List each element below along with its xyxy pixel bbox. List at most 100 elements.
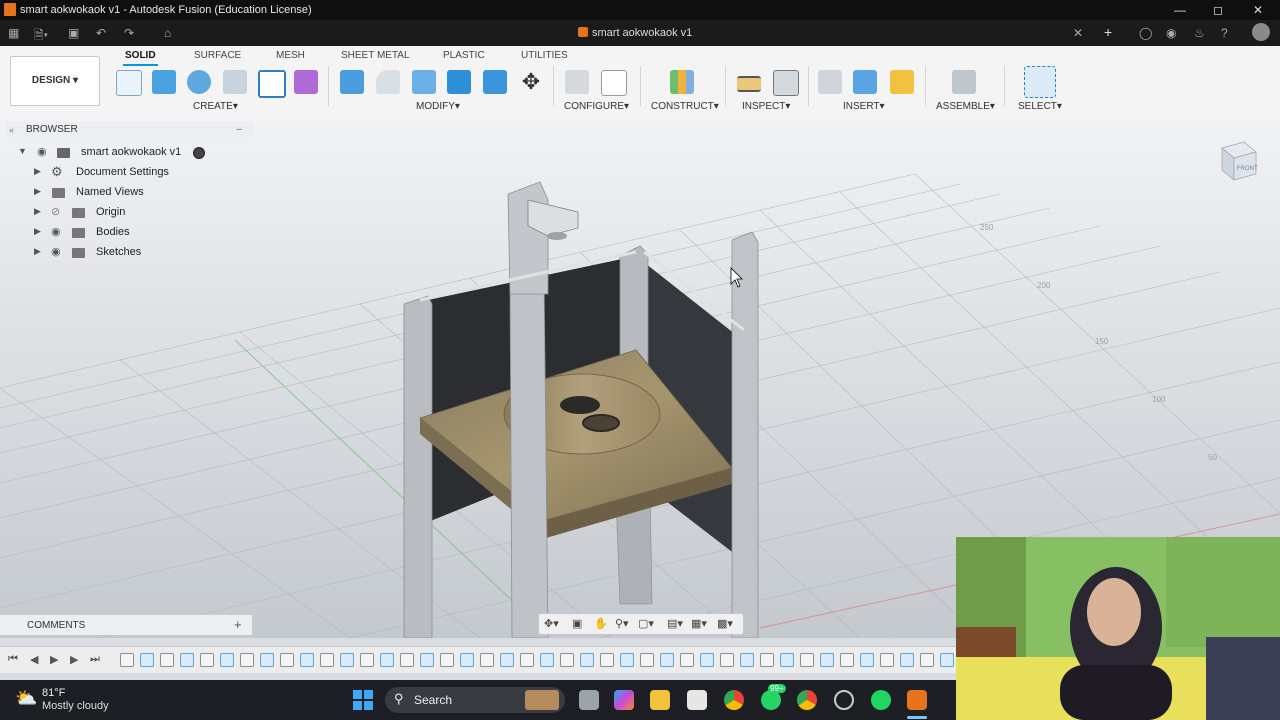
timeline-feature[interactable] — [920, 653, 934, 667]
insert-canvas-icon[interactable] — [853, 70, 877, 94]
timeline-feature[interactable] — [140, 653, 154, 667]
create-menu[interactable]: CREATE▾ — [193, 101, 238, 112]
timeline-feature[interactable] — [460, 653, 474, 667]
pan-hand-icon[interactable]: ✋ — [594, 617, 608, 630]
timeline-feature[interactable] — [320, 653, 334, 667]
revolve-icon[interactable] — [187, 70, 211, 94]
save-icon[interactable]: ▣ — [68, 26, 79, 40]
timeline-feature[interactable] — [400, 653, 414, 667]
chevron-down-icon[interactable]: ▼ — [18, 146, 27, 156]
timeline-feature[interactable] — [900, 653, 914, 667]
measure-icon[interactable] — [737, 76, 761, 92]
timeline-feature[interactable] — [840, 653, 854, 667]
timeline-feature[interactable] — [500, 653, 514, 667]
browser-root-row[interactable]: ▼ ◉ smart aokwokaok v1 — [6, 143, 254, 163]
timeline-feature[interactable] — [880, 653, 894, 667]
weather-description[interactable]: Mostly cloudy — [42, 700, 109, 712]
timeline-feature[interactable] — [280, 653, 294, 667]
timeline-feature[interactable] — [540, 653, 554, 667]
active-component-icon[interactable] — [193, 147, 205, 159]
hidden-eye-icon[interactable]: ⊘ — [51, 205, 60, 218]
browser-item-origin[interactable]: ▶ ⊘ Origin — [6, 203, 254, 223]
browser-item-document-settings[interactable]: ▶ ⚙ Document Settings — [6, 163, 254, 183]
pattern-icon[interactable] — [258, 70, 286, 98]
timeline-feature[interactable] — [440, 653, 454, 667]
file-explorer-icon[interactable] — [650, 690, 670, 710]
timeline-feature[interactable] — [640, 653, 654, 667]
new-tab-icon[interactable]: + — [1104, 24, 1112, 40]
tab-solid[interactable]: SOLID — [123, 50, 158, 66]
viewcube-icon[interactable]: FRONT — [1214, 138, 1260, 184]
timeline-feature[interactable] — [600, 653, 614, 667]
extensions-icon[interactable]: ◯ — [1139, 26, 1152, 40]
browser-minimize-icon[interactable]: – — [236, 122, 242, 138]
close-tab-icon[interactable]: ✕ — [1073, 26, 1083, 40]
configure-icon[interactable] — [565, 70, 589, 94]
collapse-panel-icon[interactable]: « — [9, 122, 14, 138]
step-back-icon[interactable]: ◀ — [30, 653, 38, 666]
inspect-menu[interactable]: INSPECT▾ — [742, 101, 790, 112]
disc-hole-small[interactable] — [582, 414, 620, 432]
timeline-feature[interactable] — [420, 653, 434, 667]
timeline-feature[interactable] — [720, 653, 734, 667]
fit-icon[interactable]: ▢▾ — [638, 617, 654, 630]
timeline-feature[interactable] — [620, 653, 634, 667]
chevron-right-icon[interactable]: ▶ — [34, 206, 41, 217]
timeline-feature[interactable] — [520, 653, 534, 667]
extrude-icon[interactable] — [152, 70, 176, 94]
timeline-feature[interactable] — [740, 653, 754, 667]
timeline-feature[interactable] — [820, 653, 834, 667]
step-forward-icon[interactable]: ▶ — [70, 653, 78, 666]
disc-hole-large[interactable] — [560, 396, 600, 414]
timeline-feature[interactable] — [660, 653, 674, 667]
front-left-post[interactable] — [403, 295, 433, 639]
clock-app-icon[interactable] — [834, 690, 854, 710]
select-menu[interactable]: SELECT▾ — [1018, 101, 1062, 112]
user-avatar[interactable] — [1252, 23, 1270, 41]
timeline-feature[interactable] — [220, 653, 234, 667]
front-center-post[interactable] — [509, 273, 549, 639]
tab-sheet-metal[interactable]: SHEET METAL — [341, 50, 410, 61]
create-sketch-icon[interactable] — [116, 70, 142, 96]
split-body-icon[interactable] — [483, 70, 507, 94]
copilot-icon[interactable] — [614, 690, 634, 710]
spotify-icon[interactable] — [871, 690, 891, 710]
timeline-feature[interactable] — [560, 653, 574, 667]
timeline-feature[interactable] — [180, 653, 194, 667]
workspace-switcher[interactable]: DESIGN ▾ — [10, 56, 100, 106]
timeline-feature[interactable] — [700, 653, 714, 667]
tab-surface[interactable]: SURFACE — [194, 50, 241, 61]
tab-plastic[interactable]: PLASTIC — [443, 50, 485, 61]
timeline-feature[interactable] — [760, 653, 774, 667]
select-icon[interactable] — [1024, 66, 1056, 98]
close-window-button[interactable]: ✕ — [1248, 2, 1268, 18]
browser-item-sketches[interactable]: ▶ ◉ Sketches — [6, 243, 254, 263]
chrome-profile-icon[interactable] — [797, 690, 817, 710]
document-tab[interactable]: smart aokwokaok v1 — [578, 27, 692, 39]
timeline-feature[interactable] — [360, 653, 374, 667]
timeline-feature[interactable] — [120, 653, 134, 667]
combine-icon[interactable] — [447, 70, 471, 94]
maximize-button[interactable]: ◻ — [1208, 2, 1228, 18]
move-copy-icon[interactable]: ✥ — [519, 70, 543, 94]
undo-icon[interactable]: ↶ — [96, 26, 106, 40]
minimize-button[interactable]: — — [1170, 2, 1190, 18]
hole-icon[interactable] — [223, 70, 247, 94]
task-view-icon[interactable] — [579, 690, 599, 710]
redo-icon[interactable]: ↷ — [124, 26, 134, 40]
timeline-feature[interactable] — [380, 653, 394, 667]
insert-derive-icon[interactable] — [818, 70, 842, 94]
configure-menu[interactable]: CONFIGURE▾ — [564, 101, 629, 112]
browser-header[interactable]: « BROWSER – — [6, 122, 254, 138]
browser-item-bodies[interactable]: ▶ ◉ Bodies — [6, 223, 254, 243]
app-grid-icon[interactable]: ▦ — [8, 26, 19, 40]
sensor-head[interactable] — [547, 232, 567, 240]
help-icon[interactable]: ? — [1221, 26, 1228, 40]
chevron-right-icon[interactable]: ▶ — [34, 166, 41, 177]
comments-panel[interactable]: COMMENTS + — [0, 614, 252, 635]
press-pull-icon[interactable] — [340, 70, 364, 94]
timeline-feature[interactable] — [800, 653, 814, 667]
insert-menu[interactable]: INSERT▾ — [843, 101, 885, 112]
weather-temperature[interactable]: 81°F — [42, 687, 65, 699]
fillet-icon[interactable] — [376, 70, 400, 94]
